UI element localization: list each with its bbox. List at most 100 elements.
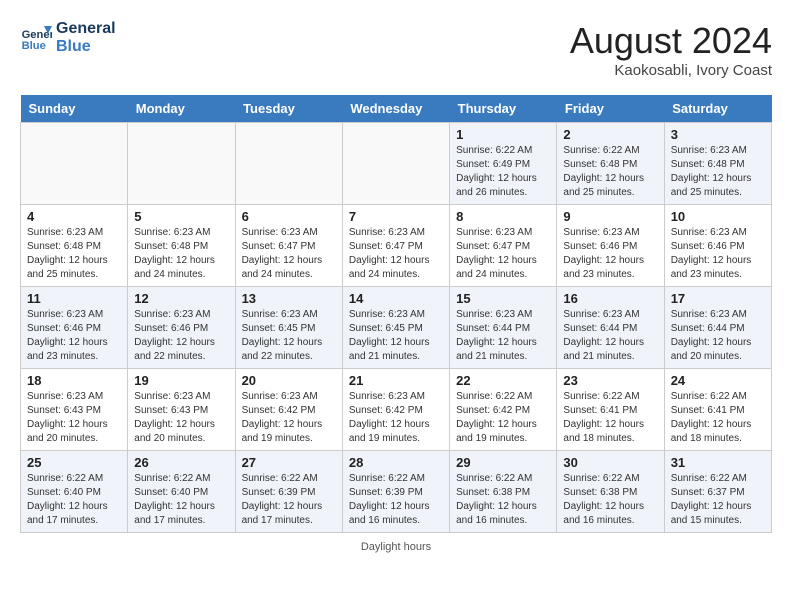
day-info: Sunrise: 6:22 AM Sunset: 6:40 PM Dayligh… xyxy=(27,472,121,528)
day-number: 22 xyxy=(456,373,550,388)
calendar-cell xyxy=(128,123,235,205)
day-number: 6 xyxy=(242,209,336,224)
calendar-cell: 10Sunrise: 6:23 AM Sunset: 6:46 PM Dayli… xyxy=(664,205,771,287)
day-info: Sunrise: 6:23 AM Sunset: 6:46 PM Dayligh… xyxy=(27,308,121,364)
calendar-cell: 9Sunrise: 6:23 AM Sunset: 6:46 PM Daylig… xyxy=(557,205,664,287)
day-info: Sunrise: 6:23 AM Sunset: 6:44 PM Dayligh… xyxy=(563,308,657,364)
col-header-friday: Friday xyxy=(557,95,664,123)
day-number: 7 xyxy=(349,209,443,224)
day-info: Sunrise: 6:23 AM Sunset: 6:48 PM Dayligh… xyxy=(671,144,765,200)
week-row-3: 11 Sunrise: 6:23 AM Sunset: 6:46 PM Dayli… xyxy=(21,287,772,369)
day-info: Sunrise: 6:23 AM Sunset: 6:46 PM Dayligh… xyxy=(134,308,228,364)
day-info: Sunrise: 6:22 AM Sunset: 6:39 PM Dayligh… xyxy=(349,472,443,528)
col-header-saturday: Saturday xyxy=(664,95,771,123)
day-number: 13 xyxy=(242,291,336,306)
day-info: Sunrise: 6:22 AM Sunset: 6:37 PM Dayligh… xyxy=(671,472,765,528)
day-number: 4 xyxy=(27,209,121,224)
day-info: Sunrise: 6:23 AM Sunset: 6:46 PM Dayligh… xyxy=(671,226,765,282)
col-header-tuesday: Tuesday xyxy=(235,95,342,123)
day-info: Sunrise: 6:22 AM Sunset: 6:38 PM Dayligh… xyxy=(563,472,657,528)
calendar-cell: 8Sunrise: 6:23 AM Sunset: 6:47 PM Daylig… xyxy=(450,205,557,287)
daylight-label: Daylight hours xyxy=(361,541,431,553)
calendar-cell: 31Sunrise: 6:22 AM Sunset: 6:37 PM Dayli… xyxy=(664,451,771,533)
location-subtitle: Kaokosabli, Ivory Coast xyxy=(570,62,772,79)
day-number: 12 xyxy=(134,291,228,306)
day-number: 17 xyxy=(671,291,765,306)
page-header: General Blue General Blue August 2024 Ka… xyxy=(20,20,772,79)
col-header-thursday: Thursday xyxy=(450,95,557,123)
day-number: 15 xyxy=(456,291,550,306)
day-info: Sunrise: 6:23 AM Sunset: 6:42 PM Dayligh… xyxy=(349,390,443,446)
day-info: Sunrise: 6:23 AM Sunset: 6:48 PM Dayligh… xyxy=(27,226,121,282)
calendar-cell: 30 Sunrise: 6:22 AM Sunset: 6:38 PM Dayli… xyxy=(557,451,664,533)
week-row-2: 4 Sunrise: 6:23 AM Sunset: 6:48 PM Daylig… xyxy=(21,205,772,287)
calendar-cell xyxy=(235,123,342,205)
logo-icon: General Blue xyxy=(20,22,52,54)
day-number: 25 xyxy=(27,455,121,470)
day-info: Sunrise: 6:22 AM Sunset: 6:39 PM Dayligh… xyxy=(242,472,336,528)
day-info: Sunrise: 6:23 AM Sunset: 6:43 PM Dayligh… xyxy=(27,390,121,446)
day-info: Sunrise: 6:22 AM Sunset: 6:41 PM Dayligh… xyxy=(671,390,765,446)
calendar-header-row: SundayMondayTuesdayWednesdayThursdayFrid… xyxy=(21,95,772,123)
month-year-title: August 2024 xyxy=(570,20,772,62)
calendar-cell: 7 Sunrise: 6:23 AM Sunset: 6:47 PM Daylig… xyxy=(342,205,449,287)
day-info: Sunrise: 6:23 AM Sunset: 6:47 PM Dayligh… xyxy=(349,226,443,282)
day-info: Sunrise: 6:23 AM Sunset: 6:43 PM Dayligh… xyxy=(134,390,228,446)
day-info: Sunrise: 6:22 AM Sunset: 6:38 PM Dayligh… xyxy=(456,472,550,528)
calendar-cell xyxy=(342,123,449,205)
day-info: Sunrise: 6:23 AM Sunset: 6:45 PM Dayligh… xyxy=(242,308,336,364)
calendar-cell: 5Sunrise: 6:23 AM Sunset: 6:48 PM Daylig… xyxy=(128,205,235,287)
calendar-cell: 6Sunrise: 6:23 AM Sunset: 6:47 PM Daylig… xyxy=(235,205,342,287)
svg-text:Blue: Blue xyxy=(22,40,46,52)
calendar-cell: 22 Sunrise: 6:22 AM Sunset: 6:42 PM Dayli… xyxy=(450,369,557,451)
day-number: 24 xyxy=(671,373,765,388)
calendar-cell: 29Sunrise: 6:22 AM Sunset: 6:38 PM Dayli… xyxy=(450,451,557,533)
calendar-cell: 14 Sunrise: 6:23 AM Sunset: 6:45 PM Dayli… xyxy=(342,287,449,369)
day-info: Sunrise: 6:22 AM Sunset: 6:49 PM Dayligh… xyxy=(456,144,550,200)
day-info: Sunrise: 6:23 AM Sunset: 6:47 PM Dayligh… xyxy=(456,226,550,282)
week-row-1: 1 Sunrise: 6:22 AM Sunset: 6:49 PM Daylig… xyxy=(21,123,772,205)
day-number: 27 xyxy=(242,455,336,470)
day-number: 11 xyxy=(27,291,121,306)
day-number: 14 xyxy=(349,291,443,306)
calendar-cell: 23Sunrise: 6:22 AM Sunset: 6:41 PM Dayli… xyxy=(557,369,664,451)
day-number: 30 xyxy=(563,455,657,470)
day-number: 20 xyxy=(242,373,336,388)
calendar-cell xyxy=(21,123,128,205)
day-info: Sunrise: 6:23 AM Sunset: 6:45 PM Dayligh… xyxy=(349,308,443,364)
day-number: 26 xyxy=(134,455,228,470)
col-header-wednesday: Wednesday xyxy=(342,95,449,123)
day-number: 1 xyxy=(456,127,550,142)
day-info: Sunrise: 6:22 AM Sunset: 6:40 PM Dayligh… xyxy=(134,472,228,528)
day-info: Sunrise: 6:23 AM Sunset: 6:44 PM Dayligh… xyxy=(456,308,550,364)
calendar-cell: 26 Sunrise: 6:22 AM Sunset: 6:40 PM Dayli… xyxy=(128,451,235,533)
calendar-cell: 11 Sunrise: 6:23 AM Sunset: 6:46 PM Dayli… xyxy=(21,287,128,369)
calendar-cell: 20 Sunrise: 6:23 AM Sunset: 6:42 PM Dayli… xyxy=(235,369,342,451)
day-number: 3 xyxy=(671,127,765,142)
day-number: 28 xyxy=(349,455,443,470)
day-number: 23 xyxy=(563,373,657,388)
calendar-cell: 19 Sunrise: 6:23 AM Sunset: 6:43 PM Dayli… xyxy=(128,369,235,451)
calendar-cell: 17Sunrise: 6:23 AM Sunset: 6:44 PM Dayli… xyxy=(664,287,771,369)
day-number: 21 xyxy=(349,373,443,388)
calendar-cell: 21 Sunrise: 6:23 AM Sunset: 6:42 PM Dayli… xyxy=(342,369,449,451)
day-number: 19 xyxy=(134,373,228,388)
day-info: Sunrise: 6:23 AM Sunset: 6:42 PM Dayligh… xyxy=(242,390,336,446)
calendar-cell: 18Sunrise: 6:23 AM Sunset: 6:43 PM Dayli… xyxy=(21,369,128,451)
day-info: Sunrise: 6:22 AM Sunset: 6:42 PM Dayligh… xyxy=(456,390,550,446)
calendar-cell: 3 Sunrise: 6:23 AM Sunset: 6:48 PM Daylig… xyxy=(664,123,771,205)
calendar-cell: 27 Sunrise: 6:22 AM Sunset: 6:39 PM Dayli… xyxy=(235,451,342,533)
calendar-cell: 28 Sunrise: 6:22 AM Sunset: 6:39 PM Dayli… xyxy=(342,451,449,533)
logo-general: General xyxy=(56,20,116,38)
calendar-cell: 2Sunrise: 6:22 AM Sunset: 6:48 PM Daylig… xyxy=(557,123,664,205)
title-block: August 2024 Kaokosabli, Ivory Coast xyxy=(570,20,772,79)
calendar-cell: 1 Sunrise: 6:22 AM Sunset: 6:49 PM Daylig… xyxy=(450,123,557,205)
calendar-cell: 15 Sunrise: 6:23 AM Sunset: 6:44 PM Dayli… xyxy=(450,287,557,369)
col-header-monday: Monday xyxy=(128,95,235,123)
calendar-cell: 24 Sunrise: 6:22 AM Sunset: 6:41 PM Dayli… xyxy=(664,369,771,451)
day-info: Sunrise: 6:22 AM Sunset: 6:48 PM Dayligh… xyxy=(563,144,657,200)
week-row-4: 18Sunrise: 6:23 AM Sunset: 6:43 PM Dayli… xyxy=(21,369,772,451)
calendar-cell: 25 Sunrise: 6:22 AM Sunset: 6:40 PM Dayli… xyxy=(21,451,128,533)
logo-blue: Blue xyxy=(56,38,116,56)
day-number: 16 xyxy=(563,291,657,306)
